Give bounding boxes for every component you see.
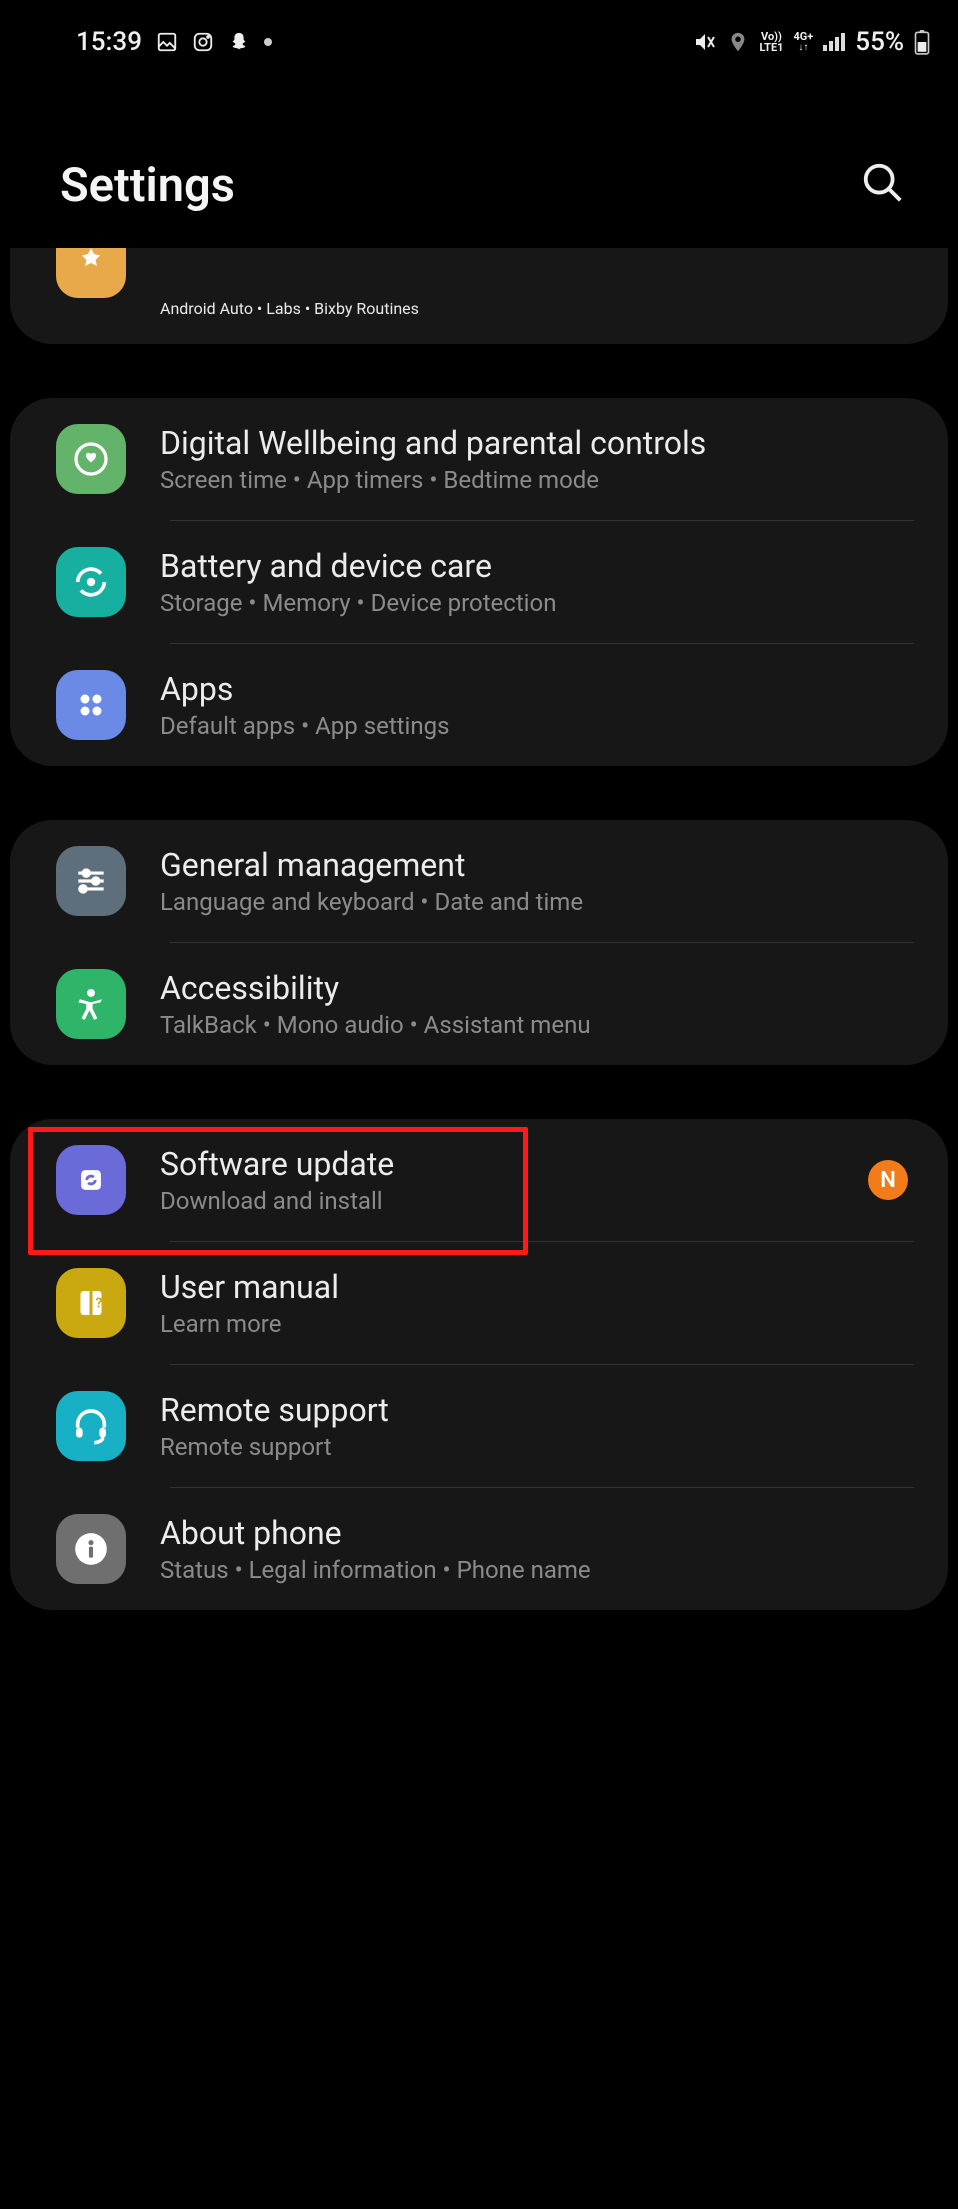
settings-item-title: Digital Wellbeing and parental controls (160, 424, 914, 462)
page-header: Settings (0, 72, 958, 236)
settings-group: Software update Download and install N ?… (10, 1119, 948, 1610)
settings-item-battery-care[interactable]: Battery and device care Storage • Memory… (10, 521, 948, 643)
battery-icon (914, 29, 930, 55)
user-manual-icon: ? (56, 1268, 126, 1338)
settings-item-subtitle: Default apps • App settings (160, 712, 914, 740)
settings-item-remote-support[interactable]: Remote support Remote support (10, 1365, 948, 1487)
battery-text: 55% (855, 27, 904, 57)
page-title: Settings (60, 158, 235, 213)
gallery-icon (156, 31, 178, 53)
settings-item-subtitle: Learn more (160, 1310, 914, 1338)
apps-icon (56, 670, 126, 740)
settings-item-subtitle: Android Auto • Labs • Bixby Routines (160, 299, 419, 318)
instagram-icon (192, 31, 214, 53)
mute-vibrate-icon (693, 30, 717, 54)
signal-icon (823, 33, 845, 51)
settings-item-user-manual[interactable]: ? User manual Learn more (10, 1242, 948, 1364)
location-icon (727, 31, 749, 53)
settings-item-subtitle: Language and keyboard • Date and time (160, 888, 914, 916)
search-icon (860, 160, 906, 206)
settings-group: General management Language and keyboard… (10, 820, 948, 1065)
settings-item-title: Accessibility (160, 969, 914, 1007)
settings-item-title: User manual (160, 1268, 914, 1306)
snapchat-icon (228, 31, 250, 53)
about-phone-icon (56, 1514, 126, 1584)
settings-item-title: About phone (160, 1514, 914, 1552)
data-indicator: 4G+ ↓↑ (793, 31, 813, 53)
advanced-features-icon (56, 248, 126, 298)
status-bar: 15:39 Vo)) LTE1 4G+ (0, 0, 958, 72)
settings-item-title: Apps (160, 670, 914, 708)
settings-item-subtitle: Status • Legal information • Phone name (160, 1556, 914, 1584)
settings-item-software-update[interactable]: Software update Download and install N (10, 1119, 948, 1241)
settings-item-subtitle: Storage • Memory • Device protection (160, 589, 914, 617)
settings-item-about-phone[interactable]: About phone Status • Legal information •… (10, 1488, 948, 1610)
settings-item-title: Battery and device care (160, 547, 914, 585)
settings-item-title: Software update (160, 1145, 868, 1183)
settings-group: Digital Wellbeing and parental controls … (10, 398, 948, 766)
settings-item-advanced-features[interactable]: Android Auto • Labs • Bixby Routines (10, 248, 948, 344)
settings-item-subtitle: Download and install (160, 1187, 868, 1215)
battery-care-icon (56, 547, 126, 617)
settings-item-apps[interactable]: Apps Default apps • App settings (10, 644, 948, 766)
settings-item-title: Remote support (160, 1391, 914, 1429)
more-notifications-icon (264, 38, 272, 46)
settings-item-subtitle: Remote support (160, 1433, 914, 1461)
settings-item-digital-wellbeing[interactable]: Digital Wellbeing and parental controls … (10, 398, 948, 520)
settings-item-subtitle: TalkBack • Mono audio • Assistant menu (160, 1011, 914, 1039)
settings-group-partial: Android Auto • Labs • Bixby Routines (10, 248, 948, 344)
status-time: 15:39 (76, 27, 142, 57)
settings-item-general-management[interactable]: General management Language and keyboard… (10, 820, 948, 942)
wellbeing-icon (56, 424, 126, 494)
search-button[interactable] (854, 154, 912, 216)
volte-indicator: Vo)) LTE1 (759, 31, 783, 53)
remote-support-icon (56, 1391, 126, 1461)
accessibility-icon (56, 969, 126, 1039)
software-update-icon (56, 1145, 126, 1215)
settings-item-subtitle: Screen time • App timers • Bedtime mode (160, 466, 914, 494)
svg-text:?: ? (96, 1296, 103, 1312)
settings-item-accessibility[interactable]: Accessibility TalkBack • Mono audio • As… (10, 943, 948, 1065)
general-management-icon (56, 846, 126, 916)
notification-badge: N (868, 1160, 908, 1200)
settings-item-title: General management (160, 846, 914, 884)
